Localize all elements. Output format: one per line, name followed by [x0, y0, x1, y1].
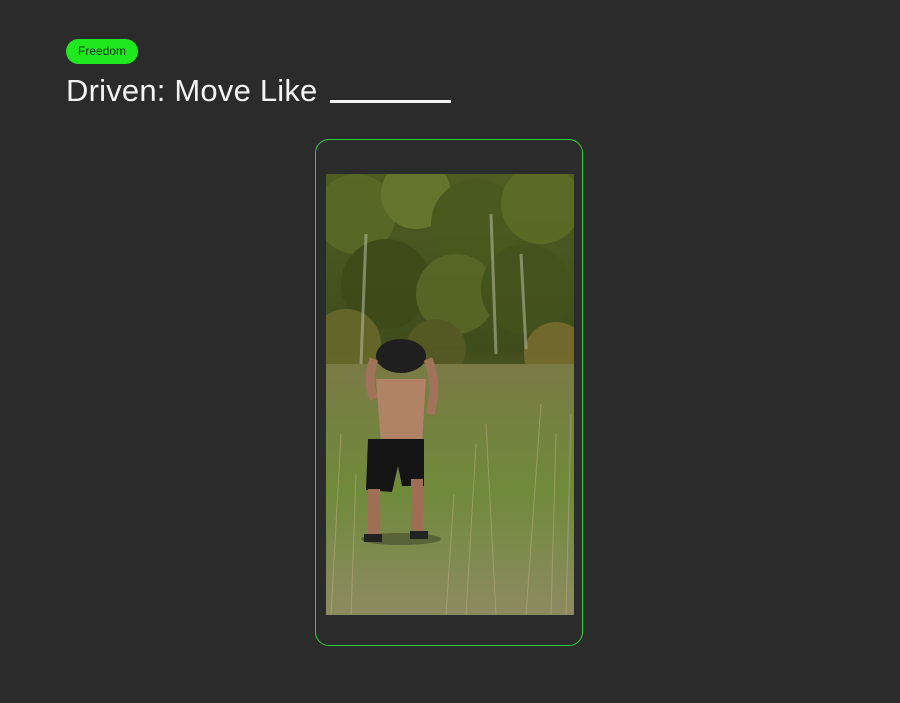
title-row: Driven: Move Like: [66, 72, 451, 110]
page: Freedom Driven: Move Like: [0, 0, 900, 703]
fill-in-blank-line: [329, 100, 451, 103]
page-title: Driven: Move Like: [66, 73, 318, 108]
video-frame-image: [326, 174, 574, 615]
phone-frame: [315, 139, 583, 646]
category-badge[interactable]: Freedom: [66, 39, 139, 64]
video-player[interactable]: [326, 174, 574, 615]
